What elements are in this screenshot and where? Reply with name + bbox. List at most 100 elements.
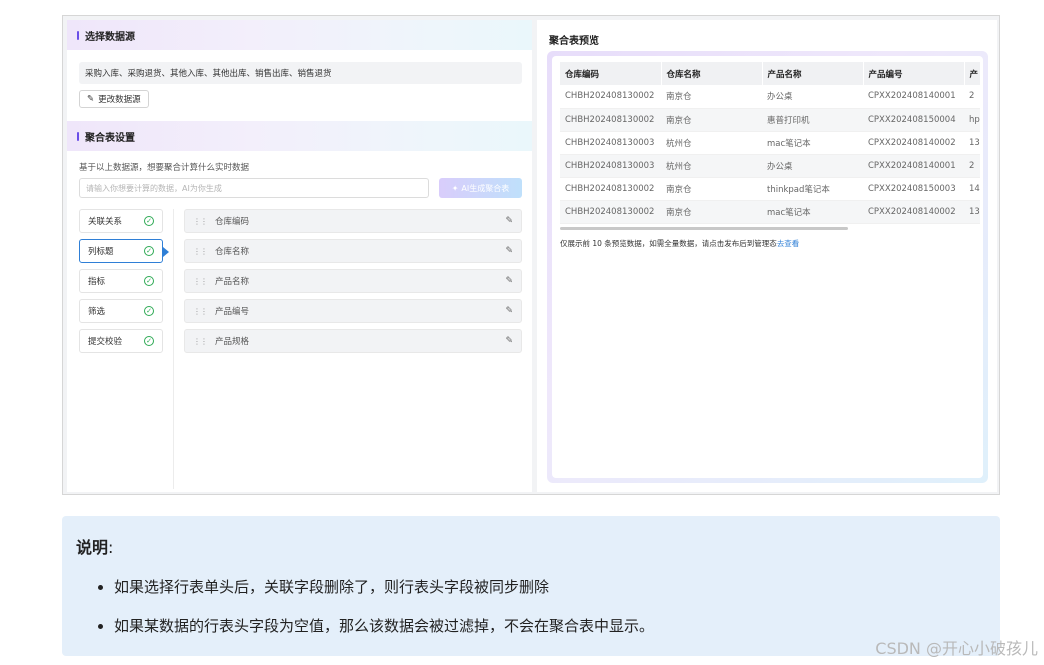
table-row: CHBH202408130003 杭州仓 办公桌 CPXX20240814000… (560, 154, 980, 178)
table-cell: thinkpad笔记本 (762, 177, 863, 201)
step-item-relations[interactable]: 关联关系 ✓ (79, 209, 163, 233)
accent-bar (77, 131, 79, 141)
column-header: 产品编号 (863, 62, 965, 85)
table-cell: CHBH202408130003 (560, 154, 661, 178)
list-item: 如果某数据的行表头字段为空值，那么该数据会被过滤掉，不会在聚合表中显示。 (114, 615, 986, 636)
table-cell: mac笔记本 (762, 200, 863, 224)
field-item[interactable]: ⋮⋮ 仓库编码 ✎ (184, 209, 522, 233)
table-cell: 杭州仓 (661, 131, 762, 155)
edit-source-button[interactable]: ✎ 更改数据源 (79, 90, 149, 108)
edit-icon[interactable]: ✎ (505, 276, 513, 286)
step-item-column-titles[interactable]: 列标题 ✓ (79, 239, 169, 263)
section-title-text: 聚合表设置 (85, 132, 135, 144)
column-header: 产 (964, 62, 981, 85)
preview-note: 仅展示前 10 条预览数据，如需全量数据，请点击发布后到管理态去查看 (560, 238, 799, 249)
table-cell: 南京仓 (661, 85, 762, 109)
preview-note-text: 仅展示前 10 条预览数据，如需全量数据，请点击发布后到管理态 (560, 239, 777, 248)
check-circle-icon: ✓ (144, 216, 154, 226)
app-frame: 选择数据源 采购入库、采购退货、其他入库、其他出库、销售出库、销售退货 ✎ 更改… (62, 15, 1000, 495)
table-cell: 14 (964, 177, 980, 201)
table-cell: 惠普打印机 (762, 108, 863, 132)
drag-handle-icon[interactable]: ⋮⋮ (193, 337, 208, 346)
field-item[interactable]: ⋮⋮ 产品编号 ✎ (184, 299, 522, 323)
step-label: 列标题 (88, 247, 114, 257)
column-header: 仓库编码 (560, 62, 662, 85)
table-cell: CPXX202408140002 (863, 200, 964, 224)
table-cell: 南京仓 (661, 200, 762, 224)
table-cell: CPXX202408140002 (863, 131, 964, 155)
check-circle-icon: ✓ (144, 306, 154, 316)
section-title-settings: 聚合表设置 (67, 121, 532, 151)
step-label: 关联关系 (88, 217, 123, 227)
table-row: CHBH202408130003 杭州仓 mac笔记本 CPXX20240814… (560, 131, 980, 155)
section-title-source: 选择数据源 (67, 20, 532, 50)
horizontal-scrollbar[interactable] (560, 227, 848, 230)
edit-source-label: 更改数据源 (98, 95, 141, 105)
field-label: 仓库名称 (215, 247, 250, 257)
table-cell: 办公桌 (762, 154, 863, 178)
left-panel: 选择数据源 采购入库、采购退货、其他入库、其他出库、销售出库、销售退货 ✎ 更改… (67, 20, 532, 492)
drag-handle-icon[interactable]: ⋮⋮ (193, 247, 208, 256)
step-label: 指标 (88, 277, 106, 287)
table-cell: CHBH202408130003 (560, 131, 661, 155)
table-row: CHBH202408130002 南京仓 惠普打印机 CPXX202408150… (560, 108, 980, 132)
table-cell: mac笔记本 (762, 131, 863, 155)
preview-table: 仓库编码 仓库名称 产品名称 产品编号 产 CHBH202408130002 南… (560, 62, 981, 224)
ai-generate-label: AI生成聚合表 (461, 183, 510, 193)
check-circle-icon: ✓ (144, 336, 154, 346)
field-label: 产品编号 (215, 307, 250, 317)
field-item[interactable]: ⋮⋮ 仓库名称 ✎ (184, 239, 522, 263)
column-header: 仓库名称 (661, 62, 763, 85)
drag-handle-icon[interactable]: ⋮⋮ (193, 277, 208, 286)
edit-icon[interactable]: ✎ (505, 306, 513, 316)
ai-generate-button[interactable]: ✦ AI生成聚合表 (439, 178, 522, 198)
table-cell: CPXX202408140001 (863, 85, 964, 109)
table-row: CHBH202408130002 南京仓 thinkpad笔记本 CPXX202… (560, 177, 980, 201)
step-item-submit-check[interactable]: 提交校验 ✓ (79, 329, 163, 353)
table-cell: CHBH202408130002 (560, 200, 661, 224)
edit-icon[interactable]: ✎ (505, 336, 513, 346)
edit-icon: ✎ (87, 94, 95, 104)
divider (173, 209, 174, 489)
step-item-filter[interactable]: 筛选 ✓ (79, 299, 163, 323)
preview-card: 仓库编码 仓库名称 产品名称 产品编号 产 CHBH202408130002 南… (547, 51, 988, 483)
step-item-metrics[interactable]: 指标 ✓ (79, 269, 163, 293)
table-row: CHBH202408130002 南京仓 mac笔记本 CPXX20240814… (560, 200, 980, 224)
drag-handle-icon[interactable]: ⋮⋮ (193, 307, 208, 316)
check-circle-icon: ✓ (144, 276, 154, 286)
table-cell: CPXX202408150004 (863, 108, 964, 132)
field-list: ⋮⋮ 仓库编码 ✎ ⋮⋮ 仓库名称 ✎ ⋮⋮ 产品名称 ✎ ⋮⋮ 产品编号 ✎ ⋮⋮ 产品… (184, 209, 522, 359)
table-header-row: 仓库编码 仓库名称 产品名称 产品编号 产 (560, 62, 981, 85)
table-cell: CPXX202408150003 (863, 177, 964, 201)
field-label: 产品规格 (215, 337, 250, 347)
check-circle-icon: ✓ (144, 246, 154, 256)
table-cell: 13 (964, 200, 980, 224)
table-cell: CHBH202408130002 (560, 177, 661, 201)
drag-handle-icon[interactable]: ⋮⋮ (193, 217, 208, 226)
table-cell: CHBH202408130002 (560, 108, 661, 132)
edit-icon[interactable]: ✎ (505, 216, 513, 226)
step-list: 关联关系 ✓ 列标题 ✓ 指标 ✓ 筛选 ✓ 提交校验 ✓ (79, 209, 169, 359)
watermark: CSDN @开心小破孩儿 (875, 639, 1038, 658)
step-label: 提交校验 (88, 337, 123, 347)
field-label: 仓库编码 (215, 217, 250, 227)
table-row: CHBH202408130002 南京仓 办公桌 CPXX20240814000… (560, 85, 980, 109)
field-item[interactable]: ⋮⋮ 产品规格 ✎ (184, 329, 522, 353)
preview-title: 聚合表预览 (549, 36, 599, 47)
preview-panel: 聚合表预览 仓库编码 仓库名称 产品名称 产品编号 产 CHBH20240813… (537, 20, 997, 492)
ai-prompt-input[interactable]: 请输入你想要计算的数据，AI为你生成 (79, 178, 429, 198)
description-title-text: 说明 (76, 538, 109, 557)
table-cell: 2 (964, 85, 980, 109)
table-cell: CPXX202408140001 (863, 154, 964, 178)
accent-bar (77, 30, 79, 40)
view-link[interactable]: 去查看 (777, 239, 800, 248)
description-list: 如果选择行表单头后，关联字段删除了，则行表头字段被同步删除 如果某数据的行表头字… (76, 576, 986, 636)
field-item[interactable]: ⋮⋮ 产品名称 ✎ (184, 269, 522, 293)
table-cell: 办公桌 (762, 85, 863, 109)
table-cell: hp (964, 108, 980, 132)
table-cell: 南京仓 (661, 108, 762, 132)
step-label: 筛选 (88, 307, 106, 317)
field-label: 产品名称 (215, 277, 250, 287)
source-list: 采购入库、采购退货、其他入库、其他出库、销售出库、销售退货 (79, 62, 522, 84)
edit-icon[interactable]: ✎ (505, 246, 513, 256)
